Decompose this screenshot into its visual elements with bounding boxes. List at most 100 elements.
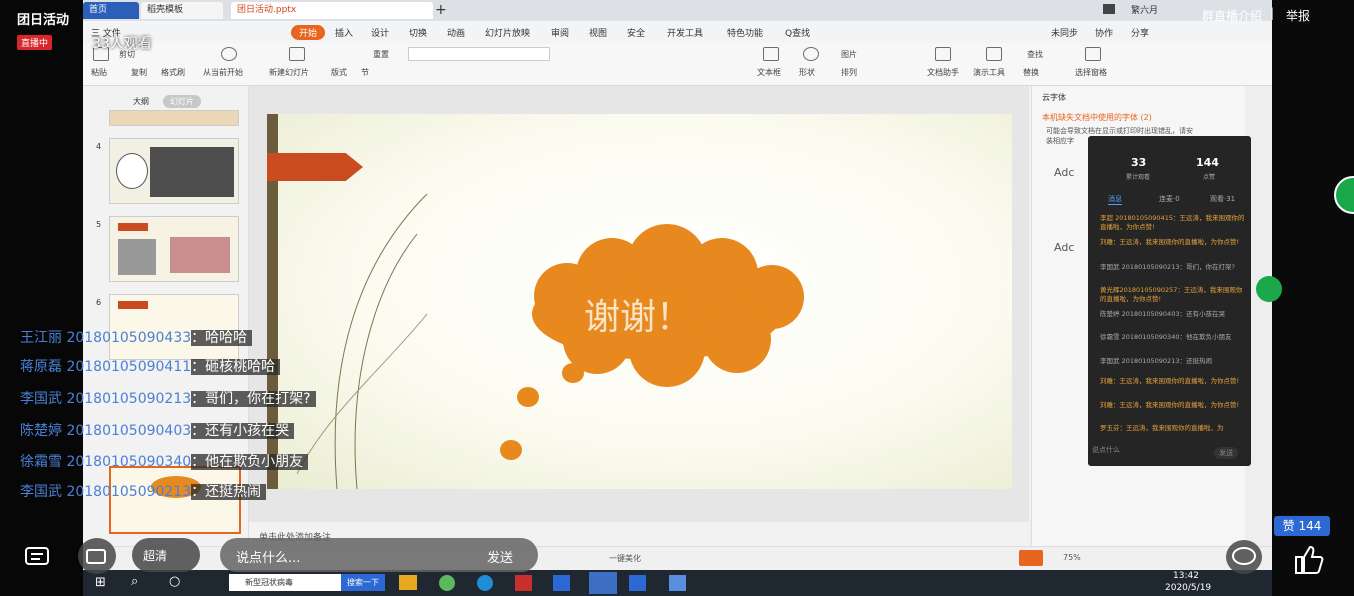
- panel-message: 罗玉芬：王远涛，我来围观你的直播啦，为: [1100, 424, 1224, 432]
- picture-button[interactable]: 图片: [841, 49, 857, 60]
- floating-widget[interactable]: [1256, 276, 1282, 302]
- chat-username[interactable]: 陈楚婷 201801050904​03: [20, 423, 191, 439]
- replace-button[interactable]: 替换: [1023, 67, 1039, 78]
- app-icon[interactable]: [669, 575, 686, 591]
- new-slide-button[interactable]: 新建幻灯片: [269, 67, 309, 78]
- outline-tab[interactable]: 大纲: [133, 96, 149, 107]
- font-pane-title: 云字体: [1042, 93, 1066, 102]
- menu-transition[interactable]: 切换: [409, 26, 427, 39]
- font-family-select[interactable]: [408, 47, 550, 61]
- send-button[interactable]: 发送: [487, 547, 513, 566]
- chat-input-placeholder[interactable]: 说点什么...: [236, 547, 300, 566]
- chat-username[interactable]: 李国武 201801050902​13: [20, 484, 191, 500]
- from-current-button[interactable]: 从当前开始: [203, 67, 243, 78]
- play-slideshow-icon[interactable]: [1019, 550, 1043, 566]
- edge-icon[interactable]: [477, 575, 493, 591]
- taskbar-search-button[interactable]: 搜索一下: [341, 574, 385, 591]
- sync-status[interactable]: 未同步: [1051, 26, 1078, 39]
- presenter-icon[interactable]: [986, 47, 1002, 61]
- find-button[interactable]: 查找: [1027, 49, 1043, 60]
- doc-assistant-icon[interactable]: [935, 47, 951, 61]
- select-pane-icon[interactable]: [1085, 47, 1101, 61]
- textbox-icon[interactable]: [763, 47, 779, 61]
- watch-label: 累计观看: [1126, 174, 1151, 181]
- tab-template[interactable]: 稻壳模板: [141, 2, 223, 19]
- app-icon[interactable]: [629, 575, 646, 591]
- slide-thumbnail-partial[interactable]: [109, 110, 239, 126]
- chat-text: 哥们，你在打架?: [205, 391, 316, 407]
- slide-thanks-text[interactable]: 谢谢！: [553, 288, 723, 340]
- arrange-button[interactable]: 排列: [841, 67, 857, 78]
- tab-home[interactable]: 首页: [83, 2, 139, 19]
- menu-animation[interactable]: 动画: [447, 26, 465, 39]
- chat-bubble-button[interactable]: [1226, 540, 1262, 574]
- copy-button[interactable]: 复制: [131, 67, 147, 78]
- textbox-button[interactable]: 文本框: [757, 67, 781, 78]
- chat-text: 砸核桃哈哈: [205, 359, 281, 375]
- reset-button[interactable]: 重置: [373, 49, 389, 60]
- watch-count: 33: [1131, 156, 1147, 169]
- zoom-level[interactable]: 75%: [1063, 553, 1081, 562]
- windows-start-icon[interactable]: ⊞: [95, 575, 106, 590]
- like-button[interactable]: [1286, 537, 1330, 581]
- shape-icon[interactable]: [803, 47, 819, 61]
- panel-message: 黄光辉201801050902​57：王远涛，我来围观你的直播啦，为你点赞!: [1100, 286, 1243, 303]
- panel-message: 刘雕：王远涛，我来围观你的直播啦，为你点赞!: [1100, 377, 1240, 385]
- new-tab-button[interactable]: +: [429, 2, 453, 19]
- panel-tab-messages[interactable]: 消息: [1108, 194, 1122, 205]
- font-card-name[interactable]: Adc: [1054, 241, 1074, 254]
- new-slide-icon[interactable]: [289, 47, 305, 61]
- font-card-name[interactable]: Adc: [1054, 166, 1074, 179]
- slide-thumbnail[interactable]: [109, 216, 239, 282]
- shape-button[interactable]: 形状: [799, 67, 815, 78]
- chat-username[interactable]: 徐霜雪 201801050903​40: [20, 454, 191, 470]
- doc-assistant-button[interactable]: 文档助手: [927, 67, 959, 78]
- menu-dev[interactable]: 开发工具: [667, 26, 703, 39]
- pdf-icon[interactable]: [515, 575, 532, 591]
- tab-file[interactable]: 团日活动.pptx: [231, 2, 433, 19]
- menu-review[interactable]: 审阅: [551, 26, 569, 39]
- group-live-intro-link[interactable]: 群直播介绍: [1202, 7, 1262, 24]
- app-icon[interactable]: [553, 575, 570, 591]
- menu-search[interactable]: Q查找: [785, 26, 810, 39]
- rotate-screen-button[interactable]: [78, 538, 116, 574]
- menu-start[interactable]: 开始: [291, 25, 326, 40]
- chat-username[interactable]: 李国武 201801050902​13: [20, 391, 191, 407]
- app-icon[interactable]: [439, 575, 455, 591]
- paste-button[interactable]: 粘贴: [91, 67, 107, 78]
- layout-button[interactable]: 版式: [331, 67, 347, 78]
- share-button[interactable]: 分享: [1131, 26, 1149, 39]
- menu-view[interactable]: 视图: [589, 26, 607, 39]
- presenter-tool-button[interactable]: 演示工具: [973, 67, 1005, 78]
- panel-send-button[interactable]: 发送: [1214, 447, 1238, 459]
- chat-username[interactable]: 王江丽 201801050904​33: [20, 330, 191, 346]
- menu-security[interactable]: 安全: [627, 26, 645, 39]
- slide-thumbnail[interactable]: [109, 138, 239, 204]
- format-painter-button[interactable]: 格式刷: [161, 67, 185, 78]
- menu-insert[interactable]: 插入: [335, 26, 353, 39]
- wps-icon[interactable]: [589, 572, 617, 594]
- collab-button[interactable]: 协作: [1095, 26, 1113, 39]
- beautify-button[interactable]: 一键美化: [609, 553, 641, 564]
- slides-tab[interactable]: 幻灯片: [163, 95, 201, 108]
- folder-icon[interactable]: [399, 575, 417, 590]
- quality-label[interactable]: 超清: [143, 547, 167, 564]
- menu-slideshow[interactable]: 幻灯片放映: [485, 26, 530, 39]
- panel-tab-linkmic[interactable]: 连麦·0: [1159, 194, 1180, 204]
- section-button[interactable]: 节: [361, 67, 369, 78]
- select-pane-button[interactable]: 选择窗格: [1075, 67, 1107, 78]
- report-link[interactable]: 举报: [1286, 7, 1310, 24]
- menu-design[interactable]: 设计: [371, 26, 389, 39]
- panel-like-count: 144: [1196, 156, 1219, 169]
- menu-list-button[interactable]: [20, 540, 56, 572]
- user-icon[interactable]: [1103, 4, 1115, 14]
- chat-username[interactable]: 蒋原磊 201801050904​11: [20, 359, 191, 375]
- cortana-icon[interactable]: ○: [169, 574, 180, 589]
- chat-separator: ：: [191, 423, 206, 439]
- play-icon[interactable]: [221, 47, 237, 61]
- taskbar-search-box[interactable]: 新型冠状病毒: [229, 574, 357, 591]
- slide-thumbnail[interactable]: [109, 294, 239, 360]
- search-icon[interactable]: ⌕: [131, 574, 138, 589]
- panel-tab-online[interactable]: 观看·31: [1210, 194, 1235, 204]
- menu-features[interactable]: 特色功能: [727, 26, 763, 39]
